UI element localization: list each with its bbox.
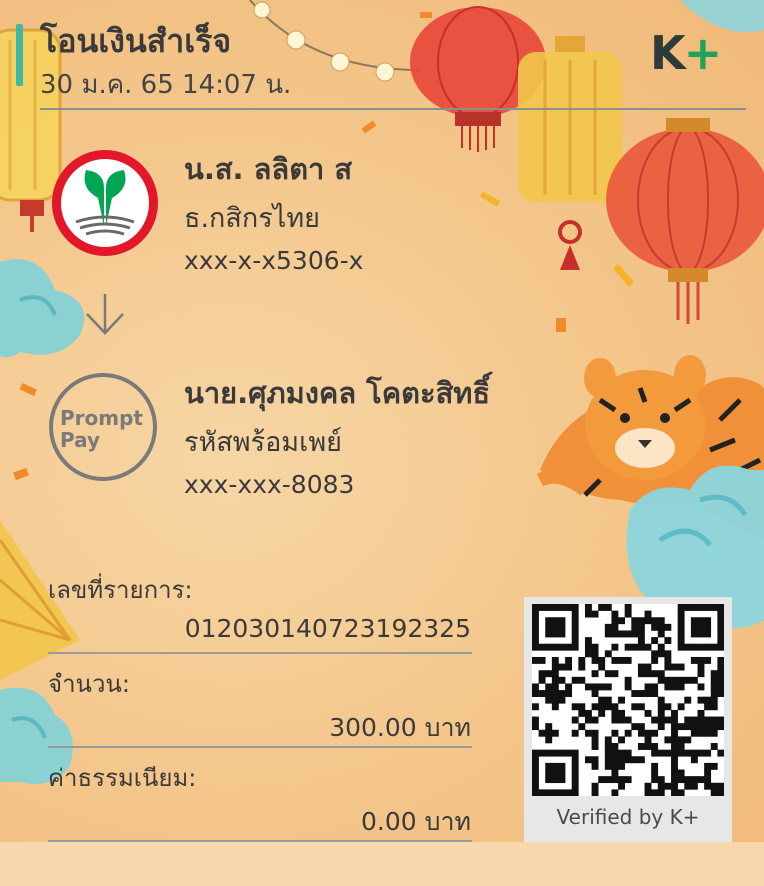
promptpay-logo-line1: Prompt xyxy=(60,406,143,430)
bottom-band xyxy=(0,842,764,886)
receiver-account: xxx-xxx-8083 xyxy=(184,470,355,499)
header-accent-bar xyxy=(16,24,23,86)
promptpay-logo-icon: Prompt Pay xyxy=(48,372,158,482)
header-divider xyxy=(40,108,746,110)
sender-account: xxx-x-x5306-x xyxy=(184,246,364,275)
reference-value: 012030140723192325 xyxy=(184,614,471,643)
kplus-logo-k: K xyxy=(650,26,686,80)
reference-label: เลขที่รายการ: xyxy=(48,576,193,604)
amount-value: 300.00 บาท xyxy=(329,713,471,742)
kasikornbank-logo-icon xyxy=(52,150,158,256)
transfer-slip: โอนเงินสำเร็จ 30 ม.ค. 65 14:07 น. K+ น.ส… xyxy=(0,0,764,842)
fee-label: ค่าธรรมเนียม: xyxy=(48,764,197,792)
divider xyxy=(48,746,472,748)
qr-code-image xyxy=(532,604,725,797)
cloud-left-decoration xyxy=(0,259,85,358)
qr-code[interactable] xyxy=(532,604,725,797)
qr-caption: Verified by K+ xyxy=(556,805,700,829)
page-title: โอนเงินสำเร็จ xyxy=(40,22,232,60)
sender-name: น.ส. ลลิตา ส xyxy=(184,152,353,186)
kplus-logo-plus: + xyxy=(683,26,723,80)
divider xyxy=(48,652,472,654)
fee-value: 0.00 บาท xyxy=(361,807,471,836)
promptpay-logo-line2: Pay xyxy=(60,428,101,452)
arrow-down-icon xyxy=(86,294,124,335)
sender-bank: ธ.กสิกรไทย xyxy=(184,203,320,234)
yellow-lantern-right-decoration xyxy=(518,36,622,270)
qr-verification-card[interactable]: Verified by K+ xyxy=(524,597,732,842)
big-red-lantern-decoration xyxy=(606,118,764,324)
kplus-logo: K+ xyxy=(650,30,722,76)
transaction-datetime: 30 ม.ค. 65 14:07 น. xyxy=(40,70,292,100)
receiver-name: นาย.ศุภมงคล โคตะสิทธิ์ xyxy=(184,376,491,410)
amount-label: จำนวน: xyxy=(48,670,130,698)
receiver-type: รหัสพร้อมเพย์ xyxy=(184,427,342,458)
